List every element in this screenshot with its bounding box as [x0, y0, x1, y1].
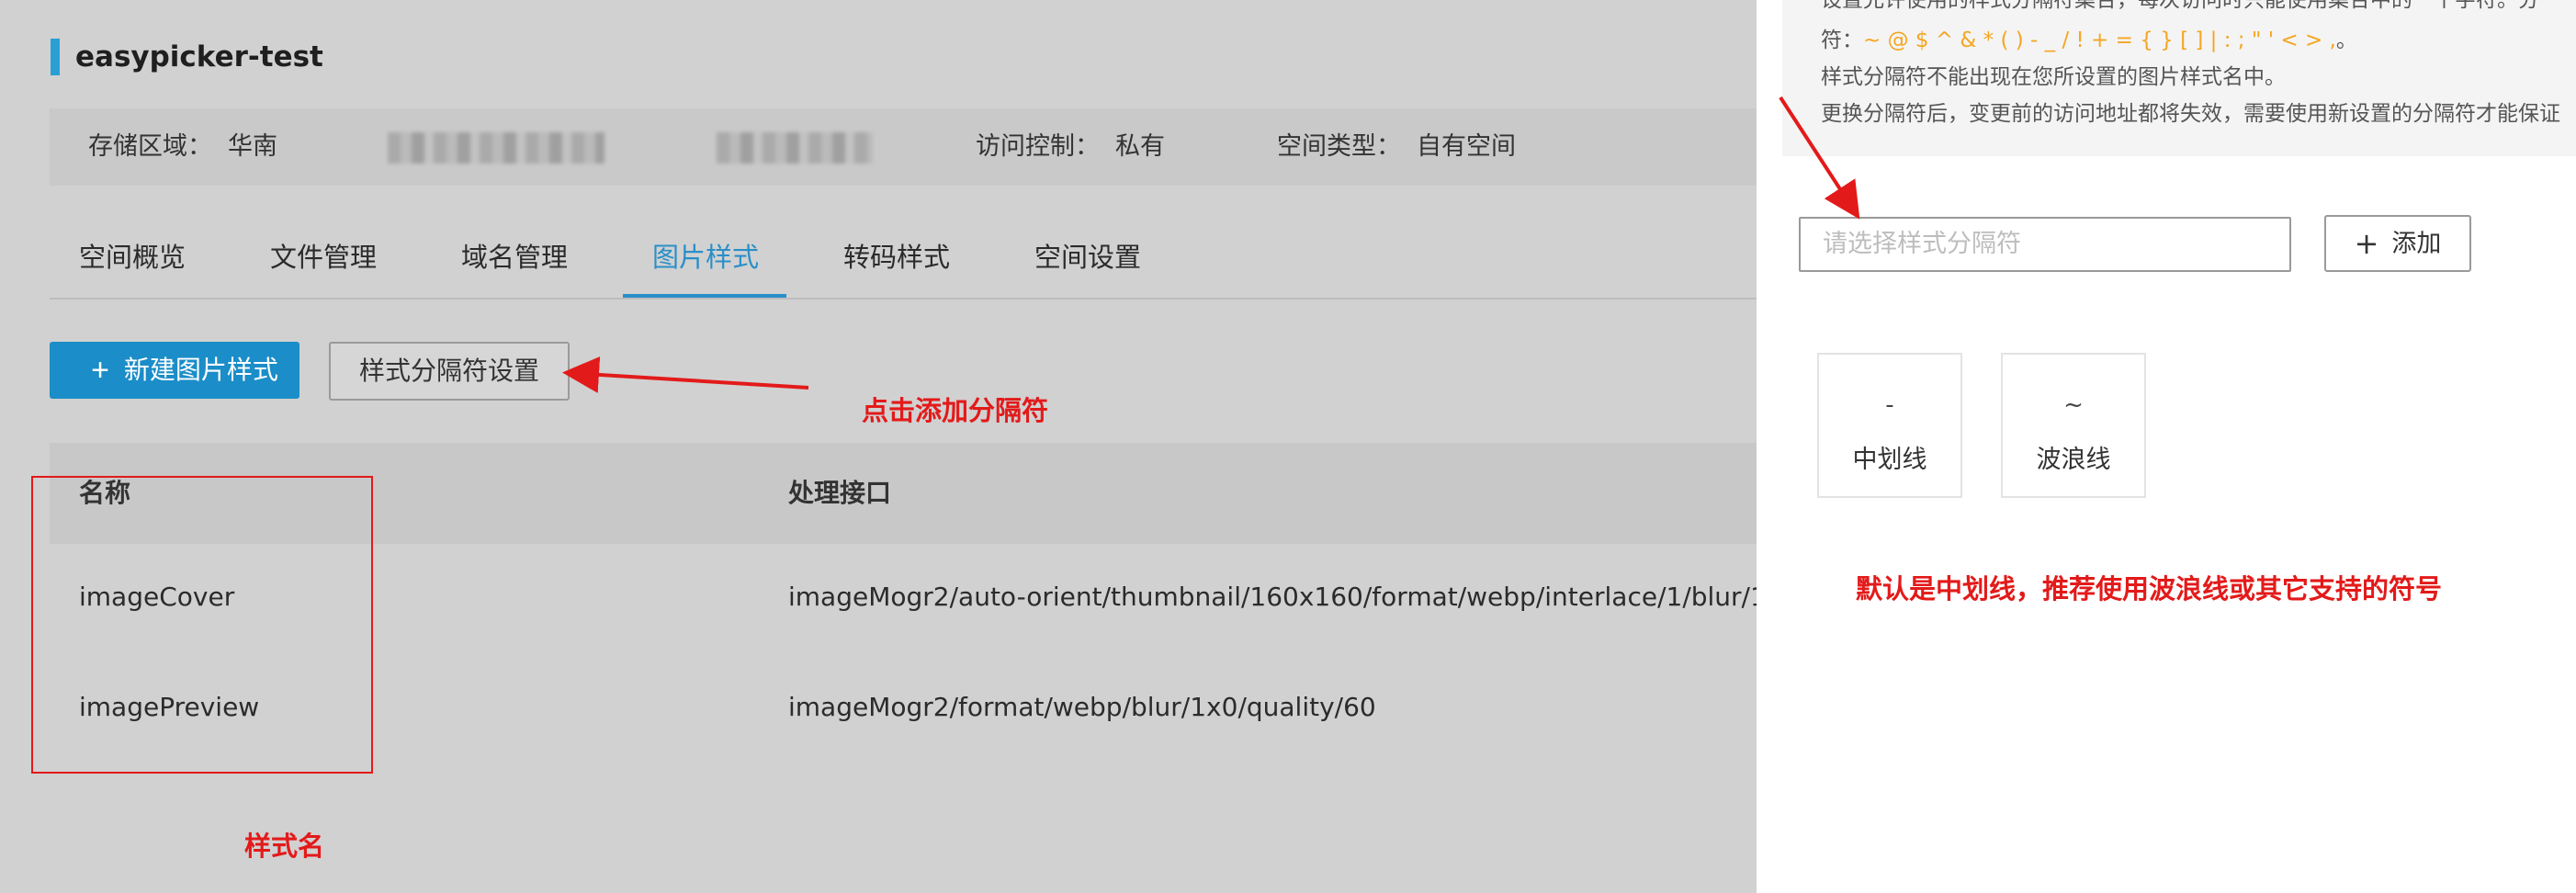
tab-space-settings[interactable]: 空间设置	[1034, 220, 1141, 298]
annotation-default-separator: 默认是中划线，推荐使用波浪线或其它支持的符号	[1856, 573, 2443, 605]
column-header-api: 处理接口	[788, 478, 892, 508]
region-value: 华南	[228, 132, 277, 161]
tab-transcode-style[interactable]: 转码样式	[843, 220, 950, 298]
new-image-style-label: 新建图片样式	[123, 356, 278, 384]
tab-domain-management[interactable]: 域名管理	[461, 220, 568, 298]
annotation-style-name: 样式名	[244, 831, 325, 862]
tab-overview[interactable]: 空间概览	[79, 220, 186, 298]
title-accent-bar	[51, 39, 60, 75]
redacted-info	[388, 132, 604, 164]
separator-glyph: -	[1885, 391, 1894, 419]
help-line-symbols: 符：~ @ $ ^ & * ( ) - _ / ! + = { } [ ] | …	[1821, 26, 2357, 55]
bucket-info-bar: 存储区域： 华南 访问控制： 私有 空间类型： 自有空间	[50, 108, 1757, 186]
separator-card-tilde[interactable]: ~ 波浪线	[2001, 353, 2146, 498]
help-symbols-suffix: 。	[2335, 28, 2357, 52]
add-separator-button[interactable]: + 添加	[2324, 215, 2471, 272]
region-label: 存储区域：	[88, 132, 212, 161]
annotation-add-separator: 点击添加分隔符	[862, 395, 1049, 426]
separator-glyph: ~	[2063, 391, 2084, 419]
separator-select-placeholder: 请选择样式分隔符	[1823, 230, 2021, 258]
bucket-tabs: 空间概览 文件管理 域名管理 图片样式 转码样式 空间设置	[50, 220, 1757, 300]
separator-settings-button[interactable]: 样式分隔符设置	[329, 342, 570, 401]
help-line: 样式分隔符不能出现在您所设置的图片样式名中。	[1821, 65, 2286, 89]
page-title: easypicker-test	[75, 40, 323, 73]
separator-select-input[interactable]: 请选择样式分隔符	[1799, 217, 2291, 272]
allowed-symbols: ~ @ $ ^ & * ( ) - _ / ! + = { } [ ] | : …	[1863, 28, 2336, 52]
help-symbols-prefix: 符：	[1821, 28, 1863, 52]
tab-image-style[interactable]: 图片样式	[652, 220, 759, 298]
separator-name: 波浪线	[2036, 446, 2111, 474]
plus-icon: +	[2354, 226, 2379, 261]
style-api-cell: imageMogr2/format/webp/blur/1x0/quality/…	[788, 692, 1376, 722]
tab-file-management[interactable]: 文件管理	[270, 220, 377, 298]
active-tab-indicator	[623, 294, 786, 298]
style-api-cell: imageMogr2/auto-orient/thumbnail/160x160…	[788, 582, 1856, 612]
redacted-info	[717, 132, 873, 164]
new-image-style-button[interactable]: + 新建图片样式	[50, 342, 299, 399]
help-line: 设置允许使用的样式分隔符集合，每次访问时只能使用集合中的一个字符。分	[1821, 0, 2539, 12]
separator-card-hyphen[interactable]: - 中划线	[1817, 353, 1962, 498]
access-label: 访问控制：	[976, 132, 1100, 161]
space-type-value: 自有空间	[1417, 132, 1516, 161]
plus-icon: +	[91, 353, 109, 388]
separator-name: 中划线	[1852, 446, 1927, 474]
name-column-highlight	[31, 476, 373, 774]
add-separator-label: 添加	[2391, 230, 2442, 258]
access-value: 私有	[1115, 132, 1165, 161]
space-type-label: 空间类型：	[1277, 132, 1401, 161]
help-line: 更换分隔符后，变更前的访问地址都将失效，需要使用新设置的分隔符才能保证	[1821, 102, 2560, 126]
bucket-page: easypicker-test 存储区域： 华南 访问控制： 私有 空间类型： …	[0, 0, 1855, 893]
